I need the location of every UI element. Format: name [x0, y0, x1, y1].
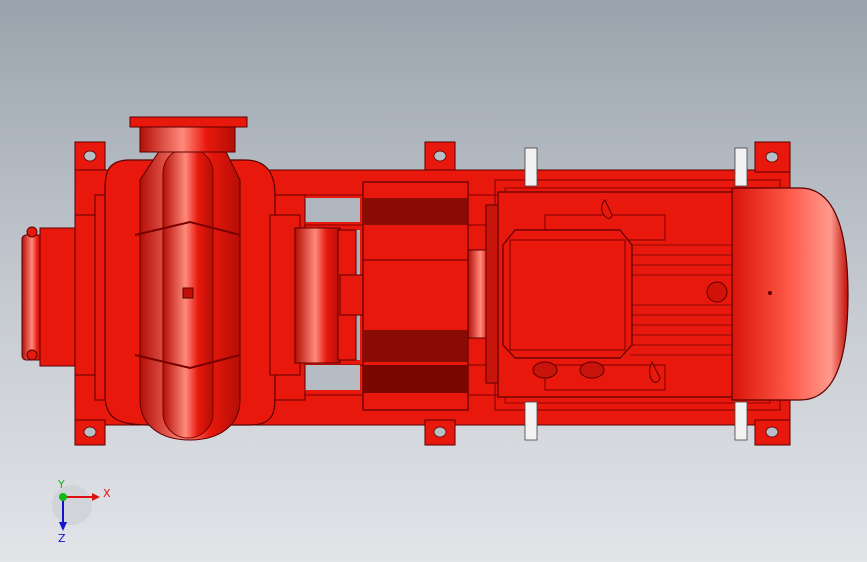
discharge-nozzle [129, 116, 248, 153]
x-axis-label: X [103, 487, 111, 500]
x-axis-arrow [92, 493, 100, 501]
coupling-guard [362, 181, 469, 411]
y-axis-label: Y [57, 478, 65, 491]
terminal-box [502, 229, 633, 379]
z-axis-arrow [59, 522, 67, 531]
y-axis-origin [59, 493, 67, 501]
cad-viewport[interactable]: X Y Z [0, 0, 867, 562]
motor-end-cap [731, 187, 849, 401]
suction-flange [21, 214, 106, 376]
z-axis-label: Z [58, 532, 66, 545]
coordinate-triad: X Y Z [52, 478, 111, 545]
